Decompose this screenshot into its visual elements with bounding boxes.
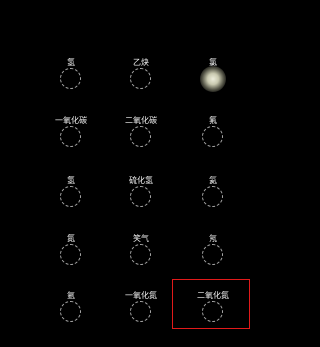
dashed-circle-icon — [202, 244, 223, 265]
dashed-circle-icon — [202, 301, 223, 322]
gas-cell-nitrogen-dioxide-selected[interactable]: 二氧化氮 — [172, 279, 250, 347]
gas-cell-acetylene[interactable]: 乙炔 — [106, 58, 176, 114]
dashed-circle-icon — [130, 186, 151, 207]
gas-label: 硫化氢 — [129, 176, 153, 185]
dashed-circle-icon — [60, 68, 81, 89]
gas-label: 乙炔 — [133, 58, 149, 67]
dashed-circle-icon — [130, 68, 151, 89]
dashed-circle-icon — [130, 244, 151, 265]
dashed-circle-icon — [60, 126, 81, 147]
gas-label: 一氧化碳 — [55, 116, 87, 125]
gas-cell-carbon-dioxide[interactable]: 二氧化碳 — [106, 116, 176, 172]
gas-cell-hydrogen-2[interactable]: 氢 — [36, 176, 106, 232]
gas-label: 氖 — [209, 234, 217, 243]
gas-cell-hydrogen-sulfide[interactable]: 硫化氢 — [106, 176, 176, 232]
glowing-orb-icon — [200, 66, 226, 92]
gas-label: 氮 — [67, 234, 75, 243]
gas-label: 氟 — [209, 116, 217, 125]
gas-cell-nitrogen[interactable]: 氮 — [36, 234, 106, 290]
dashed-circle-icon — [130, 301, 151, 322]
gas-label: 笑气 — [133, 234, 149, 243]
dashed-circle-icon — [202, 186, 223, 207]
gas-label: 二氧化碳 — [125, 116, 157, 125]
dashed-circle-icon — [60, 186, 81, 207]
gas-label: 氢 — [67, 58, 75, 67]
dashed-circle-icon — [202, 126, 223, 147]
gas-grid: 氢 乙炔 氯 一氧化碳 二氧化碳 氟 氢 硫化氢 氦 氮 笑气 氖 氩 一氧化氮… — [0, 0, 280, 329]
gas-cell-argon[interactable]: 氩 — [36, 291, 106, 347]
dashed-circle-icon — [130, 126, 151, 147]
dashed-circle-icon — [60, 244, 81, 265]
gas-label: 氦 — [209, 176, 217, 185]
gas-label: 氢 — [67, 176, 75, 185]
gas-cell-laughing-gas[interactable]: 笑气 — [106, 234, 176, 290]
gas-cell-chlorine[interactable]: 氯 — [178, 58, 248, 114]
gas-cell-nitric-oxide[interactable]: 一氧化氮 — [106, 291, 176, 347]
gas-cell-fluorine[interactable]: 氟 — [178, 116, 248, 172]
dashed-circle-icon — [60, 301, 81, 322]
gas-cell-helium[interactable]: 氦 — [178, 176, 248, 232]
gas-cell-hydrogen[interactable]: 氢 — [36, 58, 106, 114]
gas-cell-carbon-monoxide[interactable]: 一氧化碳 — [36, 116, 106, 172]
